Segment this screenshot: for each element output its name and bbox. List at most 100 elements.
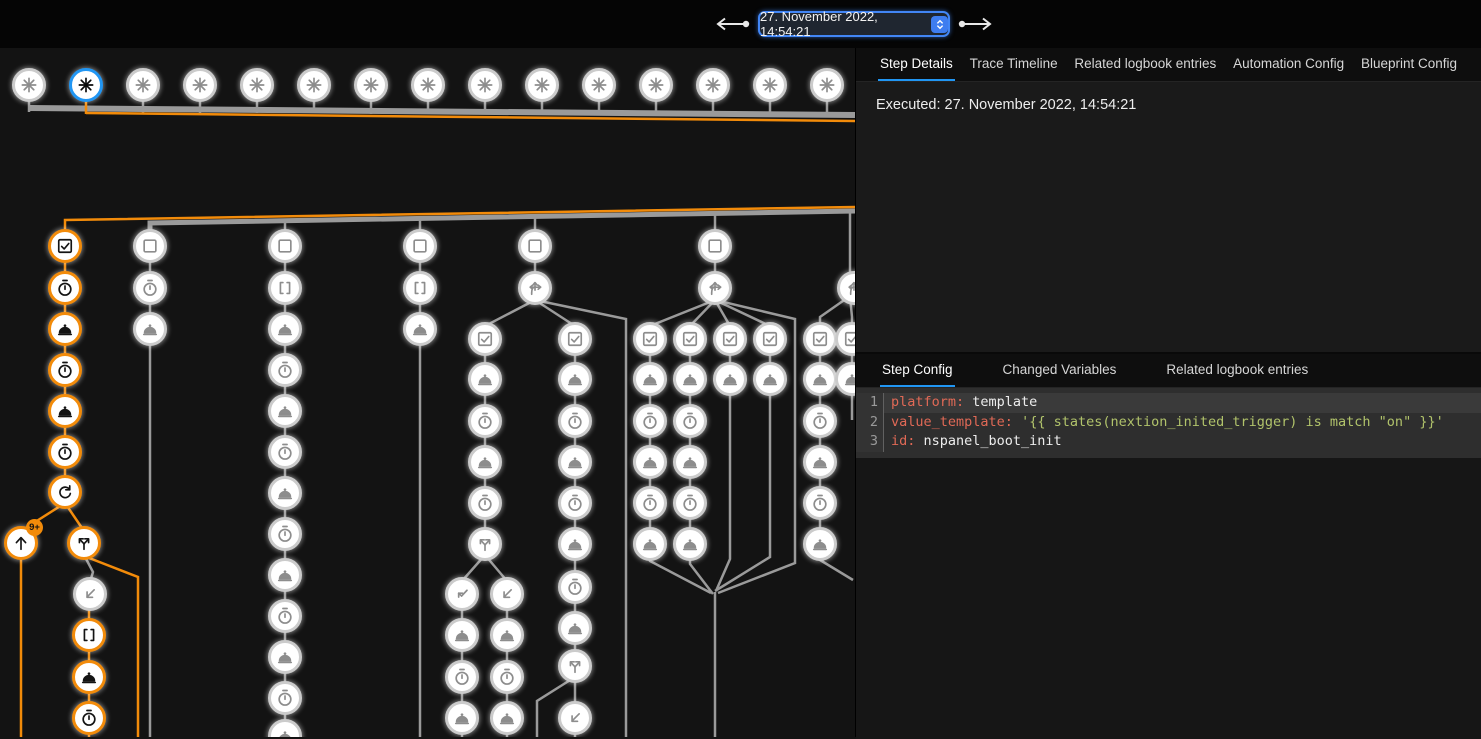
tab-blueprint-config[interactable]: Blueprint Config — [1359, 48, 1459, 81]
trace-node-bell[interactable] — [558, 362, 592, 396]
trace-node-asterisk[interactable] — [69, 68, 103, 102]
trace-node-checkbox[interactable] — [803, 322, 837, 356]
trace-node-asterisk[interactable] — [696, 68, 730, 102]
trace-node-asterisk[interactable] — [525, 68, 559, 102]
trace-node-bell[interactable] — [558, 527, 592, 561]
trace-node-checkbox[interactable] — [558, 322, 592, 356]
tab-step-config[interactable]: Step Config — [880, 354, 955, 387]
trace-node-bell[interactable] — [445, 618, 479, 652]
trace-node-arrow-bottom-left[interactable] — [558, 701, 592, 735]
tab-trace-timeline[interactable]: Trace Timeline — [968, 48, 1060, 81]
trace-node-asterisk[interactable] — [639, 68, 673, 102]
trace-node-timer[interactable] — [633, 404, 667, 438]
trace-node-bell[interactable] — [468, 445, 502, 479]
trace-node-arrow-decision[interactable] — [518, 271, 552, 305]
trace-node-asterisk[interactable] — [582, 68, 616, 102]
trace-node-bell[interactable] — [803, 362, 837, 396]
trace-node-bell[interactable] — [468, 362, 502, 396]
trace-node-timer[interactable] — [268, 353, 302, 387]
trace-node-bell[interactable] — [133, 312, 167, 346]
trace-node-bell[interactable] — [268, 394, 302, 428]
trace-node-asterisk[interactable] — [354, 68, 388, 102]
trace-node-call-split[interactable] — [558, 649, 592, 683]
trace-node-checkbox[interactable] — [713, 322, 747, 356]
trace-node-asterisk[interactable] — [240, 68, 274, 102]
trace-node-bell[interactable] — [48, 394, 82, 428]
trace-node-timer[interactable] — [268, 435, 302, 469]
trace-node-timer[interactable] — [558, 570, 592, 604]
trace-node-timer[interactable] — [268, 517, 302, 551]
trace-node-timer[interactable] — [673, 486, 707, 520]
trace-node-asterisk[interactable] — [810, 68, 844, 102]
trace-node-call-split[interactable] — [468, 527, 502, 561]
trace-node-bell[interactable] — [673, 362, 707, 396]
run-datetime-select[interactable]: 27. November 2022, 14:54:21 — [758, 11, 950, 37]
trace-node-checkbox[interactable] — [673, 322, 707, 356]
trace-node-bell[interactable] — [48, 312, 82, 346]
trace-node-timer[interactable] — [72, 701, 106, 735]
trace-node-timer[interactable] — [468, 486, 502, 520]
trace-node-arrow-decision[interactable] — [698, 271, 732, 305]
trace-node-square[interactable] — [698, 229, 732, 263]
trace-node-asterisk[interactable] — [468, 68, 502, 102]
previous-run-button[interactable] — [714, 17, 752, 31]
trace-node-bell[interactable] — [673, 445, 707, 479]
trace-node-bell[interactable] — [490, 701, 524, 735]
trace-node-timer[interactable] — [490, 660, 524, 694]
next-run-button[interactable] — [956, 17, 994, 31]
trace-node-bell[interactable] — [633, 362, 667, 396]
trace-node-timer[interactable] — [133, 271, 167, 305]
trace-node-arrow-bottom-left[interactable] — [490, 577, 524, 611]
trace-node-bell[interactable] — [490, 618, 524, 652]
trace-node-timer[interactable] — [803, 404, 837, 438]
trace-node-checkbox[interactable] — [753, 322, 787, 356]
trace-node-asterisk[interactable] — [753, 68, 787, 102]
trace-node-bell[interactable] — [268, 476, 302, 510]
trace-node-bell[interactable] — [803, 527, 837, 561]
trace-node-bell[interactable] — [72, 660, 106, 694]
tab-step-details[interactable]: Step Details — [878, 48, 955, 81]
trace-node-brackets[interactable] — [403, 271, 437, 305]
trace-node-timer[interactable] — [48, 271, 82, 305]
trace-node-bell[interactable] — [633, 445, 667, 479]
trace-node-bell[interactable] — [633, 527, 667, 561]
tab-related-logbook-entries[interactable]: Related logbook entries — [1164, 354, 1310, 387]
trace-node-asterisk[interactable] — [12, 68, 46, 102]
trace-node-timer[interactable] — [268, 599, 302, 633]
tab-changed-variables[interactable]: Changed Variables — [1001, 354, 1119, 387]
trace-node-square[interactable] — [403, 229, 437, 263]
trace-node-timer[interactable] — [558, 404, 592, 438]
trace-node-timer[interactable] — [803, 486, 837, 520]
trace-node-bell[interactable] — [673, 527, 707, 561]
yaml-editor[interactable]: 1platform: template2value_template: '{{ … — [856, 388, 1481, 458]
trace-node-bell[interactable] — [713, 362, 747, 396]
trace-node-checkbox[interactable] — [468, 322, 502, 356]
trace-node-square[interactable] — [133, 229, 167, 263]
trace-node-brackets[interactable] — [268, 271, 302, 305]
trace-node-arrow-up[interactable]: 9+ — [4, 526, 38, 560]
trace-node-bell[interactable] — [558, 611, 592, 645]
trace-node-bell[interactable] — [753, 362, 787, 396]
trace-node-asterisk[interactable] — [297, 68, 331, 102]
trace-node-call-split[interactable] — [67, 526, 101, 560]
trace-node-checkbox[interactable] — [633, 322, 667, 356]
trace-node-bell[interactable] — [803, 445, 837, 479]
trace-node-timer[interactable] — [268, 681, 302, 715]
trace-node-timer[interactable] — [673, 404, 707, 438]
trace-node-bell[interactable] — [268, 312, 302, 346]
trace-node-timer[interactable] — [558, 486, 592, 520]
trace-node-timer[interactable] — [48, 435, 82, 469]
trace-node-arrow-bottom-left[interactable] — [73, 577, 107, 611]
trace-node-brackets[interactable] — [72, 618, 106, 652]
tab-related-logbook-entries[interactable]: Related logbook entries — [1072, 48, 1218, 81]
trace-node-asterisk[interactable] — [183, 68, 217, 102]
trace-node-refresh[interactable] — [48, 475, 82, 509]
trace-node-timer[interactable] — [445, 660, 479, 694]
tab-automation-config[interactable]: Automation Config — [1231, 48, 1346, 81]
trace-node-check-arrow[interactable] — [445, 577, 479, 611]
trace-node-timer[interactable] — [468, 404, 502, 438]
trace-node-square[interactable] — [518, 229, 552, 263]
trace-node-asterisk[interactable] — [411, 68, 445, 102]
trace-node-bell[interactable] — [558, 445, 592, 479]
trace-node-bell[interactable] — [268, 558, 302, 592]
